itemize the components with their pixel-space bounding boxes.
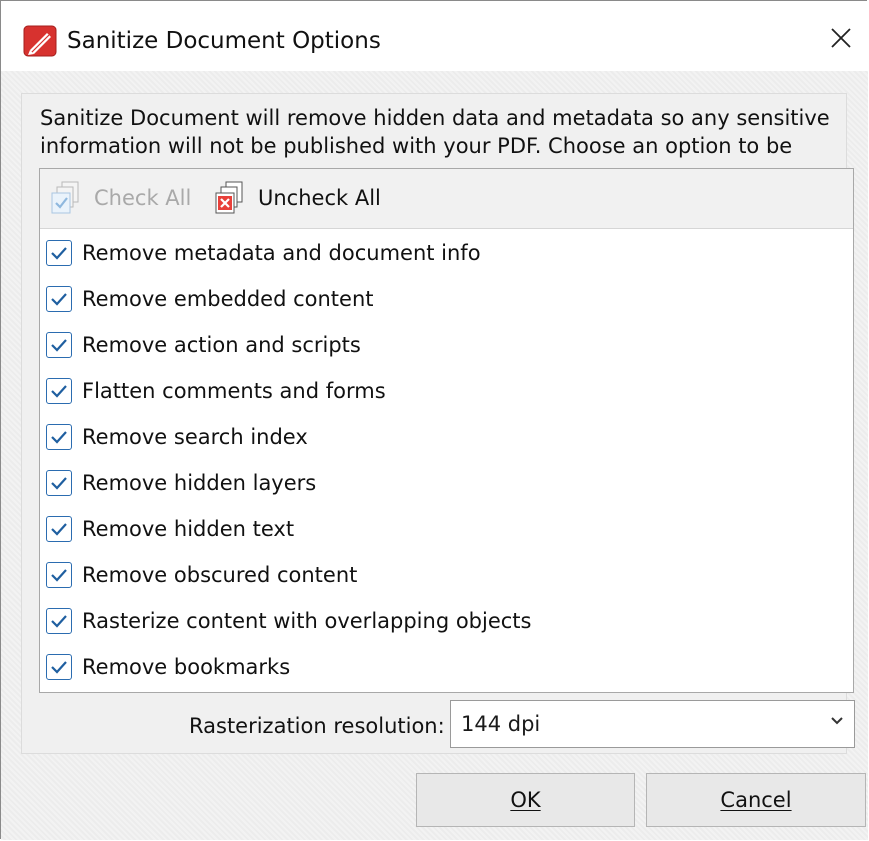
- check-all-icon: [51, 181, 79, 214]
- option-label: Remove bookmarks: [82, 655, 291, 679]
- ok-label: OK: [510, 788, 541, 812]
- resolution-value: 144 dpi: [461, 712, 541, 736]
- option-label: Remove search index: [82, 425, 308, 449]
- option-remove-hidden-layers[interactable]: Remove hidden layers: [46, 464, 316, 502]
- checkbox[interactable]: [46, 470, 72, 496]
- option-label: Remove action and scripts: [82, 333, 361, 357]
- description-text: Sanitize Document will remove hidden dat…: [40, 106, 830, 158]
- checkmark-icon: [51, 523, 67, 536]
- checkmark-icon: [51, 661, 67, 674]
- option-remove-actions[interactable]: Remove action and scripts: [46, 326, 361, 364]
- checkbox[interactable]: [46, 378, 72, 404]
- uncheck-all-label: Uncheck All: [258, 186, 381, 210]
- checkmark-icon: [51, 385, 67, 398]
- dialog-body: Sanitize Document will remove hidden dat…: [1, 71, 868, 840]
- checkmark-icon: [51, 615, 67, 628]
- checkmark-icon: [51, 247, 67, 260]
- options-panel: Sanitize Document will remove hidden dat…: [21, 93, 855, 754]
- option-rasterize-overlapping[interactable]: Rasterize content with overlapping objec…: [46, 602, 531, 640]
- option-label: Remove hidden text: [82, 517, 295, 541]
- option-label: Remove metadata and document info: [82, 241, 481, 265]
- dialog-title: Sanitize Document Options: [67, 28, 381, 54]
- option-label: Remove hidden layers: [82, 471, 317, 495]
- checkbox[interactable]: [46, 608, 72, 634]
- cancel-button[interactable]: Cancel: [646, 773, 866, 827]
- close-button[interactable]: [818, 15, 864, 61]
- option-label: Rasterize content with overlapping objec…: [82, 609, 532, 633]
- list-toolbar: Check All Uncheck All: [40, 169, 853, 229]
- resolution-select[interactable]: 144 dpi: [450, 700, 855, 748]
- check-all-label: Check All: [94, 186, 192, 210]
- checkbox[interactable]: [46, 424, 72, 450]
- checkmark-icon: [51, 431, 67, 444]
- resolution-label: Rasterization resolution:: [189, 714, 445, 738]
- options-list: Check All Uncheck All Remove metadata an…: [39, 168, 854, 693]
- option-remove-hidden-text[interactable]: Remove hidden text: [46, 510, 294, 548]
- pdf-pen-icon: [23, 25, 57, 57]
- ok-button[interactable]: OK: [416, 773, 635, 827]
- chevron-down-icon: [831, 717, 843, 725]
- sanitize-dialog: Sanitize Document Options Sanitize Docum…: [0, 0, 868, 840]
- option-label: Remove obscured content: [82, 563, 358, 587]
- option-remove-search-index[interactable]: Remove search index: [46, 418, 308, 456]
- checkbox[interactable]: [46, 654, 72, 680]
- title-bar: Sanitize Document Options: [1, 1, 868, 71]
- checkmark-icon: [51, 477, 67, 490]
- option-remove-bookmarks[interactable]: Remove bookmarks: [46, 648, 290, 686]
- checkmark-icon: [51, 569, 67, 582]
- cancel-label: Cancel: [720, 788, 792, 812]
- check-all-button[interactable]: Check All: [48, 179, 191, 217]
- close-icon: [831, 28, 851, 48]
- option-remove-obscured[interactable]: Remove obscured content: [46, 556, 357, 594]
- checkmark-icon: [51, 339, 67, 352]
- option-flatten-comments[interactable]: Flatten comments and forms: [46, 372, 386, 410]
- option-remove-embedded[interactable]: Remove embedded content: [46, 280, 374, 318]
- option-remove-metadata[interactable]: Remove metadata and document info: [46, 234, 481, 272]
- checkbox[interactable]: [46, 516, 72, 542]
- option-label: Remove embedded content: [82, 287, 374, 311]
- checkmark-icon: [51, 293, 67, 306]
- checkbox[interactable]: [46, 562, 72, 588]
- option-label: Flatten comments and forms: [82, 379, 386, 403]
- checkbox[interactable]: [46, 240, 72, 266]
- uncheck-all-icon: [215, 181, 243, 214]
- uncheck-all-button[interactable]: Uncheck All: [212, 179, 381, 217]
- checkbox[interactable]: [46, 286, 72, 312]
- checkbox[interactable]: [46, 332, 72, 358]
